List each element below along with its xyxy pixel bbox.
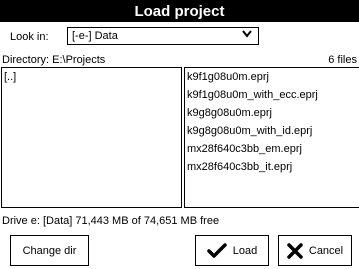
file-list[interactable]: k9f1g08u0m.eprj k9f1g08u0m_with_ecc.eprj…: [184, 67, 359, 208]
cancel-button[interactable]: Cancel: [278, 235, 352, 266]
drive-info: Drive e: [Data] 71,443 MB of 74,651 MB f…: [2, 215, 220, 227]
cancel-label: Cancel: [308, 244, 344, 257]
file-item[interactable]: k9g8g08u0m.eprj: [185, 104, 359, 122]
file-item[interactable]: k9f1g08u0m_with_ecc.eprj: [185, 86, 359, 104]
chevron-down-icon: [242, 29, 252, 41]
dialog-title: Load project: [0, 0, 359, 22]
look-in-label: Look in:: [10, 31, 49, 43]
file-item[interactable]: k9g8g08u0m_with_id.eprj: [185, 122, 359, 140]
file-item[interactable]: k9f1g08u0m.eprj: [185, 68, 359, 86]
file-item[interactable]: mx28f640c3bb_em.eprj: [185, 140, 359, 158]
file-item[interactable]: mx28f640c3bb_it.eprj: [185, 158, 359, 176]
directory-label: Directory: E:\Projects: [2, 54, 106, 66]
look-in-value: [-e-] Data: [72, 30, 118, 42]
change-dir-button[interactable]: Change dir: [10, 235, 89, 266]
x-icon: [287, 242, 303, 259]
folder-item-parent[interactable]: [..]: [2, 68, 181, 86]
look-in-dropdown[interactable]: [-e-] Data: [67, 27, 259, 45]
load-button[interactable]: Load: [195, 235, 269, 266]
load-label: Load: [232, 244, 258, 257]
change-dir-label: Change dir: [22, 244, 77, 257]
checkmark-icon: [207, 242, 227, 258]
file-count: 6 files: [328, 54, 357, 66]
folder-list[interactable]: [..]: [1, 67, 182, 208]
